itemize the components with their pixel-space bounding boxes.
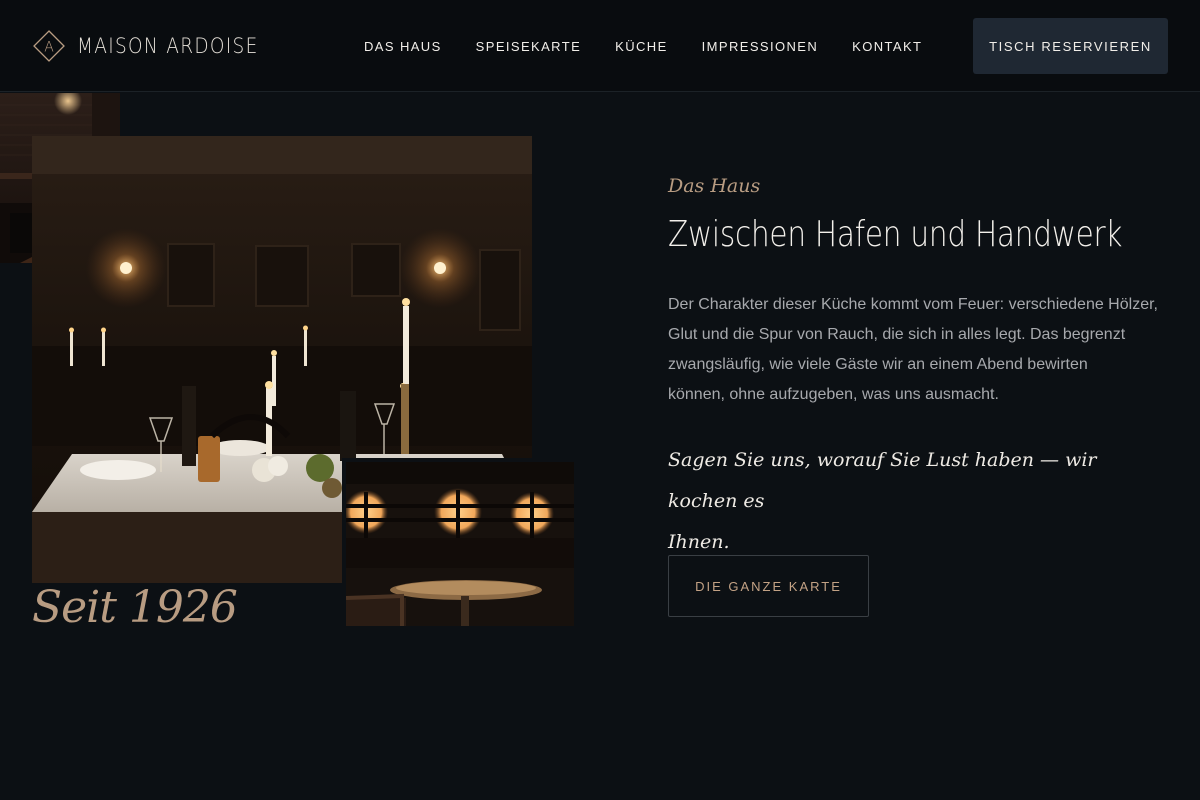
section-title: Zwischen Hafen und Handwerk <box>668 214 1123 255</box>
full-menu-button[interactable]: DIE GANZE KARTE <box>668 555 869 617</box>
site-header: A MAISON ARDOISE DAS HAUS SPEISEKARTE KÜ… <box>0 0 1200 92</box>
main-nav: DAS HAUS SPEISEKARTE KÜCHE IMPRESSIONEN … <box>364 38 956 54</box>
section-body: Der Charakter dieser Küche kommt vom Feu… <box>668 290 1173 410</box>
section-eyebrow: Das Haus <box>668 175 761 197</box>
section-quote: Sagen Sie uns, worauf Sie Lust haben — w… <box>668 440 1168 563</box>
body-line: Glut und die Spur von Rauch, die sich in… <box>668 326 1126 343</box>
nav-item-kontakt[interactable]: KONTAKT <box>852 39 922 54</box>
nav-item-impressionen[interactable]: IMPRESSIONEN <box>702 39 818 54</box>
quote-line: Sagen Sie uns, worauf Sie Lust haben — w… <box>668 449 1097 512</box>
diamond-monogram-icon: A <box>33 30 65 62</box>
reserve-table-button[interactable]: TISCH RESERVIEREN <box>973 18 1168 74</box>
brand-name: MAISON ARDOISE <box>77 34 259 58</box>
body-line: Der Charakter dieser Küche kommt vom Feu… <box>668 296 1158 313</box>
nav-item-kueche[interactable]: KÜCHE <box>615 39 668 54</box>
brand-logo[interactable]: A MAISON ARDOISE <box>33 30 283 62</box>
lamps-interior-photo <box>342 458 574 626</box>
nav-item-speisekarte[interactable]: SPEISEKARTE <box>476 39 581 54</box>
body-line: zwangsläufig, wie viele Gäste wir an ein… <box>668 356 1088 373</box>
nav-item-das-haus[interactable]: DAS HAUS <box>364 39 442 54</box>
brand-monogram-letter: A <box>44 40 54 56</box>
since-1926-caption: Seit 1926 <box>32 582 238 633</box>
body-line: können, ohne aufzugeben, was uns ausmach… <box>668 386 999 403</box>
